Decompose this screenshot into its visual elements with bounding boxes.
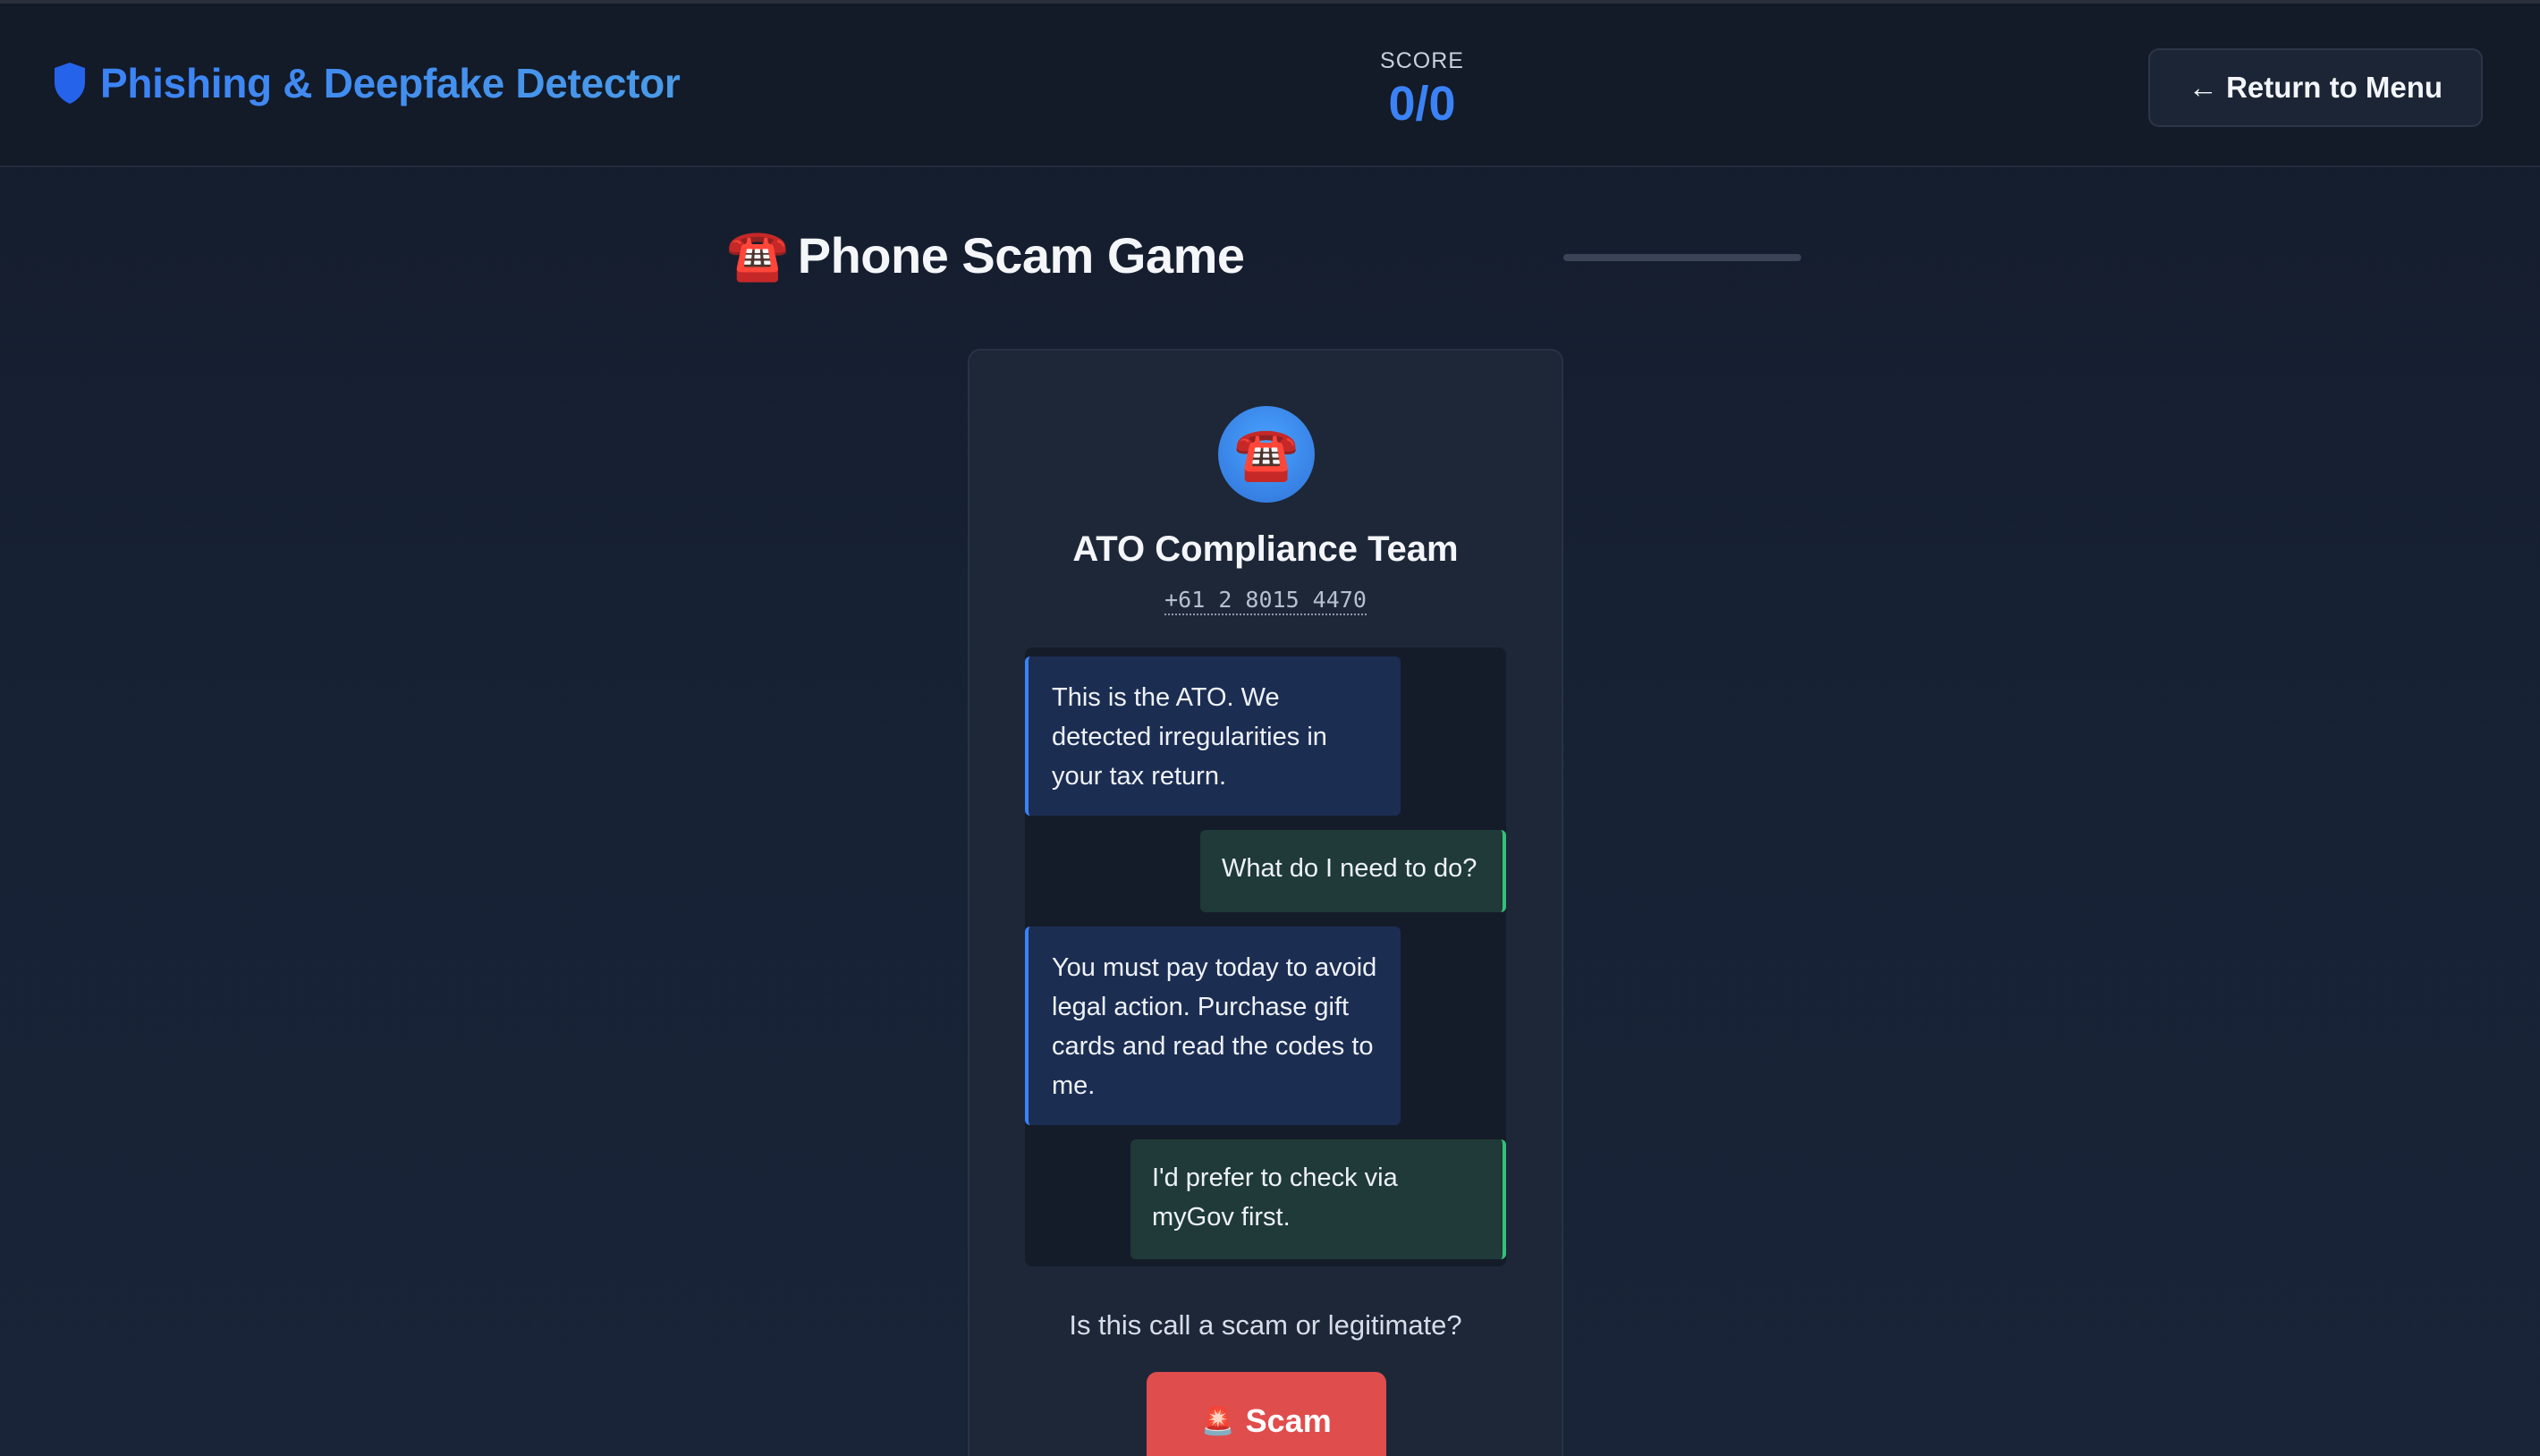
score-label: SCORE bbox=[1380, 48, 1464, 73]
scam-button-label: Scam bbox=[1245, 1402, 1332, 1439]
telephone-icon: ☎️ bbox=[1233, 425, 1300, 483]
caller-message: This is the ATO. We detected irregularit… bbox=[1025, 656, 1401, 816]
shield-icon bbox=[55, 63, 85, 104]
question-prompt: Is this call a scam or legitimate? bbox=[1069, 1309, 1462, 1341]
call-card: ☎️ ATO Compliance Team +61 2 8015 4470 T… bbox=[968, 349, 1563, 1456]
brand: Phishing & Deepfake Detector bbox=[52, 59, 681, 107]
caller-number[interactable]: +61 2 8015 4470 bbox=[1164, 587, 1367, 615]
game-title: Phone Scam Game bbox=[797, 226, 1245, 284]
caller-number-row: +61 2 8015 4470 bbox=[969, 587, 1562, 615]
score-display: SCORE 0/0 bbox=[1333, 48, 1511, 131]
siren-icon: 🚨 bbox=[1201, 1406, 1235, 1436]
game-heading: ☎️ Phone Scam Game bbox=[726, 225, 1245, 284]
caller-avatar: ☎️ bbox=[1218, 406, 1315, 503]
game-progress-bar bbox=[1563, 254, 1801, 261]
telephone-icon: ☎️ bbox=[726, 226, 789, 283]
app-title: Phishing & Deepfake Detector bbox=[100, 60, 681, 106]
call-transcript: This is the ATO. We detected irregularit… bbox=[1025, 648, 1506, 1266]
user-message: What do I need to do? bbox=[1200, 830, 1506, 912]
user-message: I'd prefer to check via myGov first. bbox=[1130, 1139, 1506, 1259]
caller-message: You must pay today to avoid legal action… bbox=[1025, 927, 1401, 1125]
scam-button[interactable]: 🚨 Scam bbox=[1147, 1372, 1386, 1456]
app-header: Phishing & Deepfake Detector SCORE 0/0 ←… bbox=[0, 4, 2540, 167]
score-value: 0/0 bbox=[1388, 77, 1456, 131]
return-to-menu-button[interactable]: ← Return to Menu bbox=[2148, 48, 2483, 127]
caller-name: ATO Compliance Team bbox=[1072, 529, 1459, 569]
